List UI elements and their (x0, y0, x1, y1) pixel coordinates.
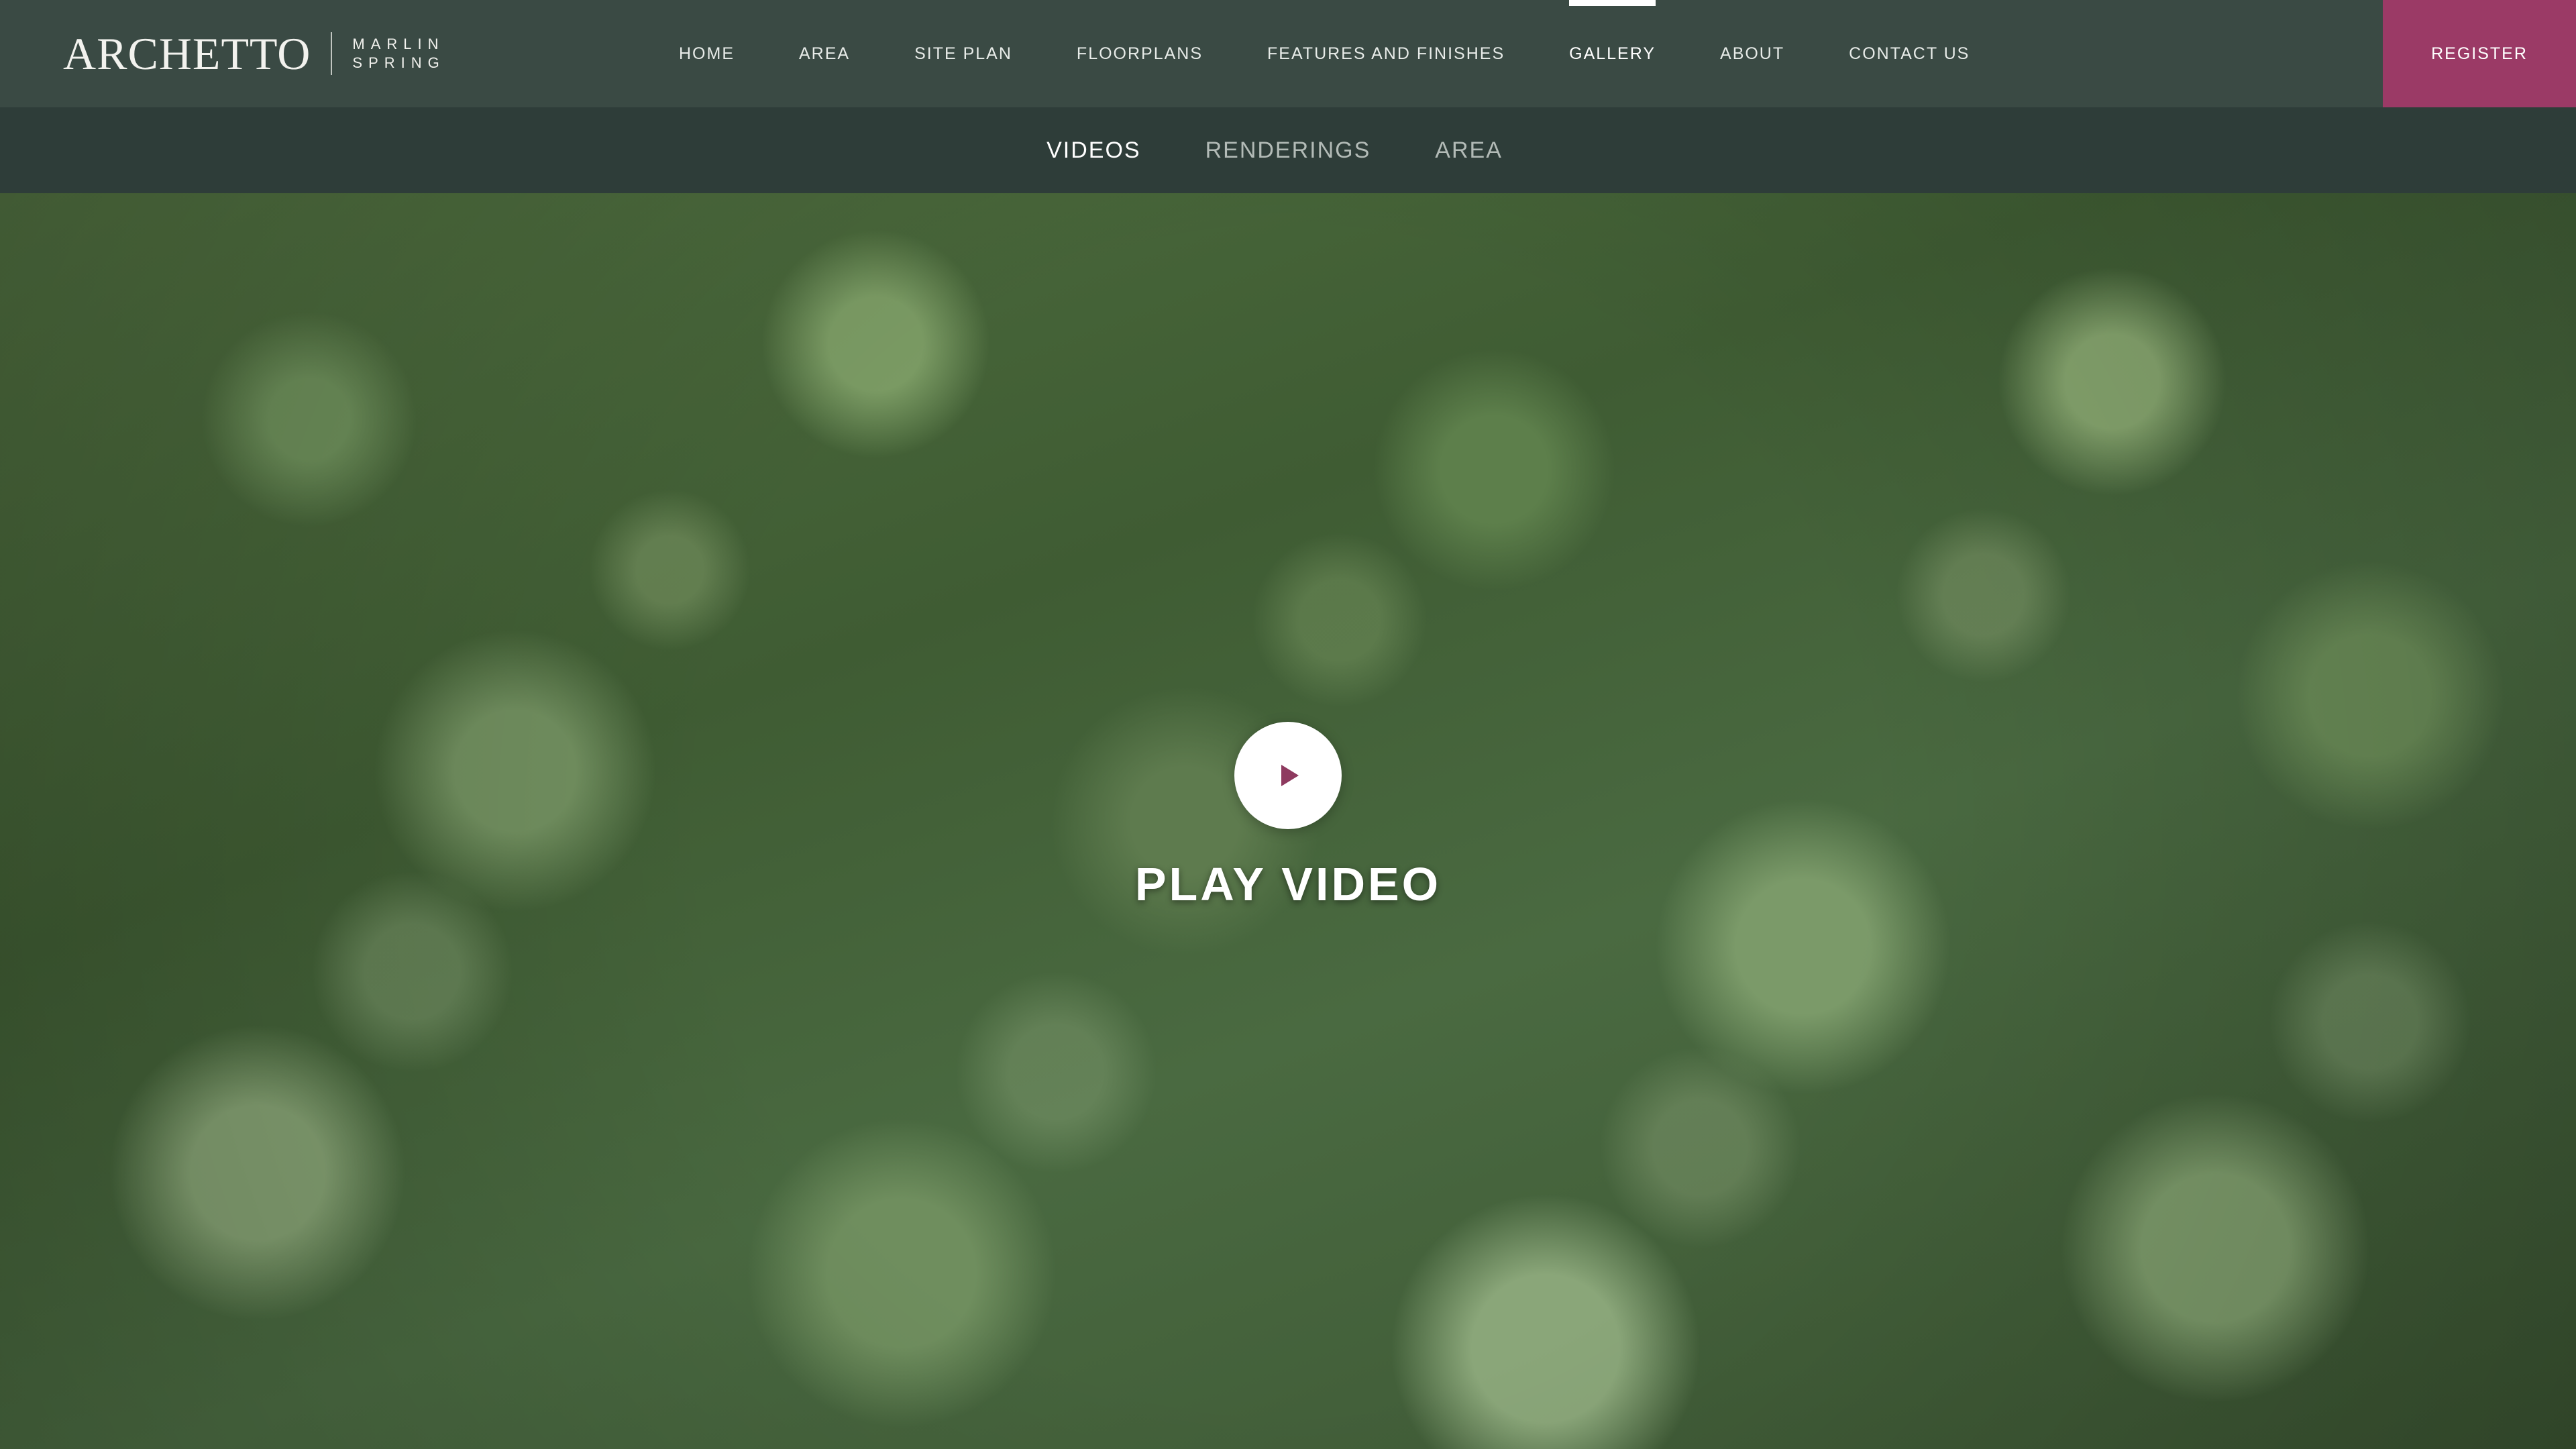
nav-item-gallery[interactable]: GALLERY (1569, 0, 1656, 107)
gallery-subnav-bar: VIDEOS RENDERINGS AREA (0, 107, 2576, 193)
logo-subtitle: MARLIN SPRING (352, 35, 445, 72)
nav-item-floorplans[interactable]: FLOORPLANS (1077, 0, 1203, 107)
brand-logo[interactable]: ARCHETTO MARLIN SPRING (63, 28, 445, 79)
logo-subtitle-line2: SPRING (352, 54, 445, 71)
nav-item-area[interactable]: AREA (799, 0, 850, 107)
gallery-subnav: VIDEOS RENDERINGS AREA (1014, 138, 1535, 164)
logo-wordmark: ARCHETTO (63, 28, 311, 79)
play-icon (1281, 765, 1299, 786)
nav-item-contact-us[interactable]: CONTACT US (1849, 0, 1970, 107)
play-video-button[interactable] (1234, 722, 1342, 829)
top-navigation-bar: ARCHETTO MARLIN SPRING HOME AREA SITE PL… (0, 0, 2576, 107)
play-video-overlay: PLAY VIDEO (0, 193, 2576, 1449)
nav-item-features-and-finishes[interactable]: FEATURES AND FINISHES (1267, 0, 1505, 107)
subnav-item-videos[interactable]: VIDEOS (1046, 138, 1140, 164)
register-button[interactable]: REGISTER (2383, 0, 2576, 107)
main-nav: HOME AREA SITE PLAN FLOORPLANS FEATURES … (679, 0, 2034, 107)
logo-divider (331, 32, 333, 75)
play-video-label[interactable]: PLAY VIDEO (0, 857, 2576, 911)
nav-item-home[interactable]: HOME (679, 0, 735, 107)
logo-subtitle-line1: MARLIN (352, 36, 445, 52)
nav-item-about[interactable]: ABOUT (1720, 0, 1784, 107)
subnav-item-renderings[interactable]: RENDERINGS (1205, 138, 1371, 164)
hero-video-poster: PLAY VIDEO (0, 193, 2576, 1449)
nav-item-site-plan[interactable]: SITE PLAN (914, 0, 1012, 107)
subnav-item-area[interactable]: AREA (1435, 138, 1503, 164)
